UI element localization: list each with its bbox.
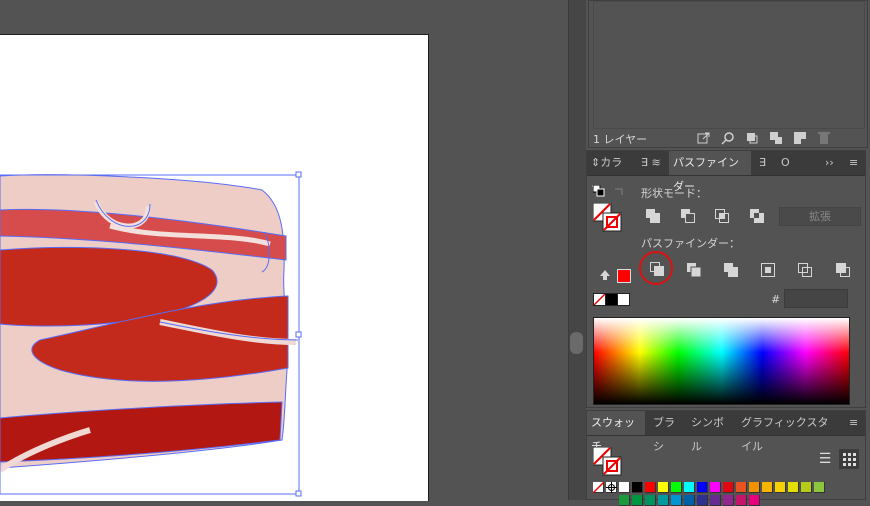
tab-pathfinder[interactable]: パスファインダー <box>669 151 751 193</box>
divide-highlight-circle <box>639 251 673 285</box>
panel-gutter <box>568 0 587 500</box>
swatch[interactable] <box>710 482 721 493</box>
layers-count: 1 レイヤー <box>593 133 648 146</box>
swatch[interactable] <box>814 482 825 493</box>
selection-handle-r <box>295 331 302 338</box>
selection-handle-tr <box>295 171 302 178</box>
crop-button[interactable] <box>760 262 776 281</box>
color-tab-arrows-icon: ⇕ <box>591 156 601 169</box>
swatch[interactable] <box>801 482 812 493</box>
list-view-icon[interactable]: ☰ <box>815 449 835 469</box>
swatches-fill-stroke-widget[interactable] <box>592 446 623 477</box>
exclude-button[interactable] <box>749 208 765 227</box>
tab-color[interactable]: ⇕カラー <box>587 151 633 193</box>
minus-front-button[interactable] <box>680 208 696 227</box>
swatch-grid <box>593 482 863 506</box>
tab-graphic-styles[interactable]: グラフィックスタイル <box>737 411 837 453</box>
layers-list[interactable] <box>593 1 865 129</box>
swatch[interactable] <box>749 482 760 493</box>
swatch[interactable] <box>697 495 708 506</box>
swatch[interactable] <box>658 482 669 493</box>
pathfinders-label: パスファインダー： <box>641 237 740 250</box>
swatches-panel: スウォッチ ブラシ シンボル グラフィックスタイル ≡ ☰ <box>586 410 866 506</box>
out-of-gamut-icon[interactable] <box>599 269 611 284</box>
swatch[interactable] <box>645 482 656 493</box>
fill-stroke-widget[interactable] <box>592 202 623 233</box>
swatch[interactable] <box>658 495 669 506</box>
unite-button[interactable] <box>645 208 661 227</box>
trash-icon[interactable] <box>817 131 833 147</box>
swatches-menu-icon[interactable]: ≡ <box>845 411 863 435</box>
swatch[interactable] <box>775 482 786 493</box>
swatch[interactable] <box>684 495 695 506</box>
white-color-button[interactable] <box>617 293 630 306</box>
last-color-swatch[interactable] <box>617 269 631 283</box>
export-icon[interactable] <box>697 131 713 147</box>
swatch[interactable] <box>632 495 643 506</box>
layers-panel: 1 レイヤー <box>588 0 868 148</box>
transform-icon: ∃ ≋ <box>641 156 661 169</box>
shape-modes-label: 形状モード： <box>641 187 707 200</box>
swatch[interactable] <box>749 495 760 506</box>
swatch[interactable] <box>671 495 682 506</box>
swatch[interactable] <box>736 482 747 493</box>
align-icon: ∃ <box>759 156 766 169</box>
swatch[interactable] <box>723 482 734 493</box>
pathfinder-tab-bar: ⇕カラー ∃ ≋ パスファインダー ∃ O ›› ≡ <box>587 151 865 193</box>
swatches-tab-bar: スウォッチ ブラシ シンボル グラフィックスタイル ≡ <box>587 411 865 453</box>
artwork[interactable] <box>0 0 568 500</box>
tab-symbols[interactable]: シンボル <box>687 411 733 453</box>
swatch[interactable] <box>736 495 747 506</box>
swatch[interactable] <box>697 482 708 493</box>
hex-label: # <box>771 293 781 306</box>
swatch[interactable] <box>619 495 630 506</box>
color-spectrum[interactable] <box>593 317 850 405</box>
swatch[interactable] <box>788 482 799 493</box>
swatch[interactable] <box>762 482 773 493</box>
panel-expand-icon[interactable]: ›› <box>821 151 841 175</box>
outline-button[interactable] <box>797 262 813 281</box>
new-layer-icon[interactable] <box>793 131 809 147</box>
expand-button[interactable]: 拡張 <box>779 207 861 226</box>
new-sublayer-icon[interactable] <box>769 131 785 147</box>
swatch[interactable] <box>645 495 656 506</box>
swap-colors-icon[interactable] <box>613 185 625 200</box>
swatch[interactable] <box>632 482 643 493</box>
minus-back-button[interactable] <box>835 262 851 281</box>
last-color-fill <box>618 270 630 282</box>
default-colors-icon[interactable] <box>592 184 605 200</box>
tab-brushes[interactable]: ブラシ <box>649 411 683 453</box>
right-panel-dock: 1 レイヤー ⇕カラー ∃ ≋ パスファインダー <box>586 0 870 506</box>
tab-transform[interactable]: ∃ ≋ <box>637 151 667 175</box>
swatch[interactable] <box>710 495 721 506</box>
trim-button[interactable] <box>686 262 702 281</box>
swatch-registration[interactable] <box>606 482 617 493</box>
color-pathfinder-panel: ⇕カラー ∃ ≋ パスファインダー ∃ O ›› ≡ <box>586 150 866 408</box>
gutter-resize-handle[interactable] <box>570 332 583 354</box>
tab-appearance-label: O <box>781 156 790 169</box>
intersect-button[interactable] <box>714 208 730 227</box>
tab-swatches[interactable]: スウォッチ <box>587 411 645 453</box>
swatch[interactable] <box>684 482 695 493</box>
tab-align[interactable]: ∃ <box>755 151 775 175</box>
clip-icon[interactable] <box>745 131 761 147</box>
selection-handle-br <box>295 490 302 497</box>
grid-view-icon[interactable] <box>839 449 859 469</box>
swatch[interactable] <box>723 495 734 506</box>
merge-button[interactable] <box>723 262 739 281</box>
search-icon[interactable] <box>721 131 737 147</box>
swatch[interactable] <box>671 482 682 493</box>
tab-appearance[interactable]: O <box>777 151 797 175</box>
panel-menu-icon[interactable]: ≡ <box>845 151 863 175</box>
hex-input[interactable] <box>784 289 848 308</box>
swatch[interactable] <box>619 482 630 493</box>
swatch-none[interactable] <box>593 482 604 493</box>
